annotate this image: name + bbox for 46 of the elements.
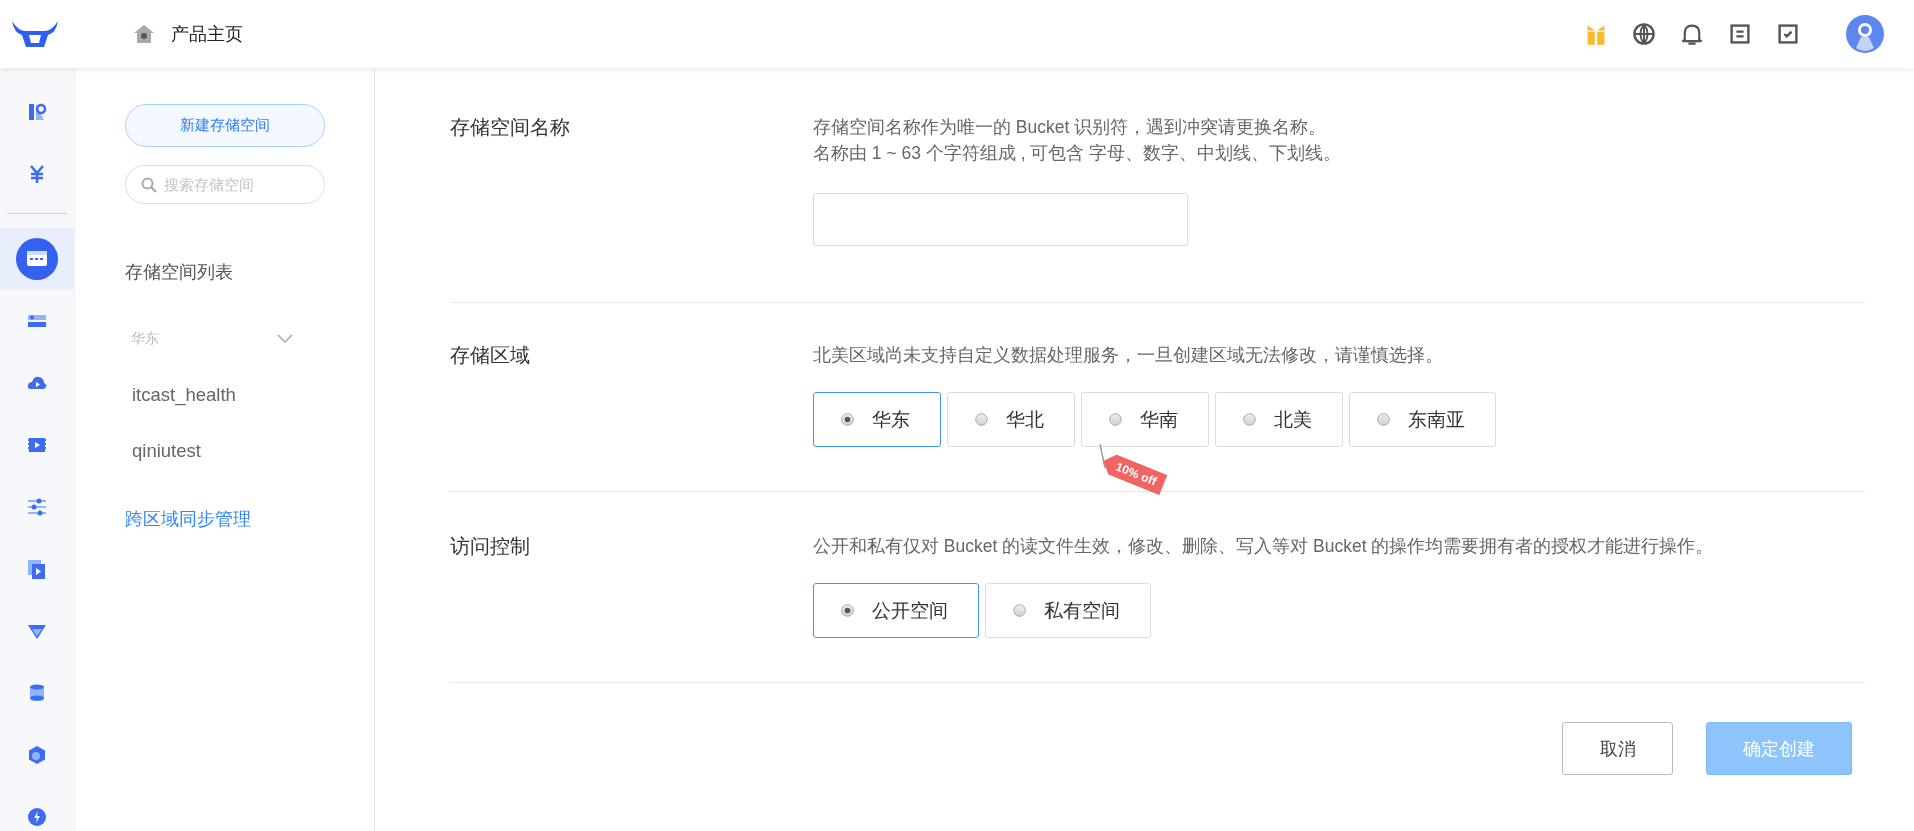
radio-icon [1109, 413, 1122, 426]
field-label: 存储空间名称 [450, 115, 571, 140]
radio-option[interactable]: 华南 [1081, 392, 1209, 447]
page-title: 产品主页 [171, 23, 243, 46]
new-bucket-button[interactable]: 新建存储空间 [125, 104, 325, 147]
bull-logo-icon[interactable] [10, 19, 60, 49]
document-icon[interactable] [1728, 22, 1752, 46]
bucket-item[interactable]: qiniutest [132, 423, 374, 479]
bucket-item[interactable]: itcast_health [132, 367, 374, 423]
avatar-icon[interactable] [1846, 15, 1884, 53]
name-input-field[interactable] [813, 193, 1188, 246]
radio-option[interactable]: 私有空间 [985, 583, 1151, 638]
radio-option[interactable]: 华北 [947, 392, 1075, 447]
bell-icon[interactable] [1680, 22, 1704, 46]
tag-string-icon [1099, 444, 1107, 470]
radio-option[interactable]: 东南亚 [1349, 392, 1496, 447]
description-text: 公开和私有仅对 Bucket 的读文件生效，修改、删除、写入等对 Bucket 的操作均需要拥有者的授权才能进行操作。 [813, 535, 1715, 558]
radio-option[interactable]: 华东 [813, 392, 941, 447]
search-field[interactable]: 搜索存储空间 [125, 165, 325, 204]
chevron-icon [277, 334, 293, 344]
field-label: 存储区域 [450, 343, 531, 368]
description-text: 名称由 1 ~ 63 个字符组成 , 可包含 字母、数字、中划线、下划线。 [813, 142, 1343, 165]
field-label: 访问控制 [450, 534, 531, 559]
radio-icon [1377, 413, 1390, 426]
cancel-button[interactable]: 取消 [1562, 722, 1673, 775]
globe-icon[interactable] [1632, 22, 1656, 46]
description-text: 北美区域尚未支持自定义数据处理服务，一旦创建区域无法修改，请谨慎选择。 [813, 344, 1444, 367]
list-heading: 存储空间列表 [125, 261, 234, 284]
sync-management-link[interactable]: 跨区域同步管理 [125, 507, 374, 531]
radio-option[interactable]: 公开空间 [813, 583, 979, 638]
radio-icon [1243, 413, 1256, 426]
radio-icon [841, 604, 854, 617]
radio-icon [975, 413, 988, 426]
hexagon-icon [26, 744, 48, 766]
calendar-icon [15, 237, 59, 281]
radio-icon [841, 413, 854, 426]
search-icon [141, 177, 157, 193]
lightning-icon [26, 806, 48, 828]
sliders-icon [26, 496, 48, 518]
home-icon[interactable] [133, 23, 155, 45]
checklist-icon[interactable] [1776, 22, 1800, 46]
radio-icon [1013, 604, 1026, 617]
description-text: 存储空间名称作为唯一的 Bucket 识别符，遇到冲突请更换名称。 [813, 116, 1328, 139]
video-file-icon [26, 558, 48, 580]
rail-item[interactable] [0, 228, 74, 290]
radio-option[interactable]: 北美 [1215, 392, 1343, 447]
